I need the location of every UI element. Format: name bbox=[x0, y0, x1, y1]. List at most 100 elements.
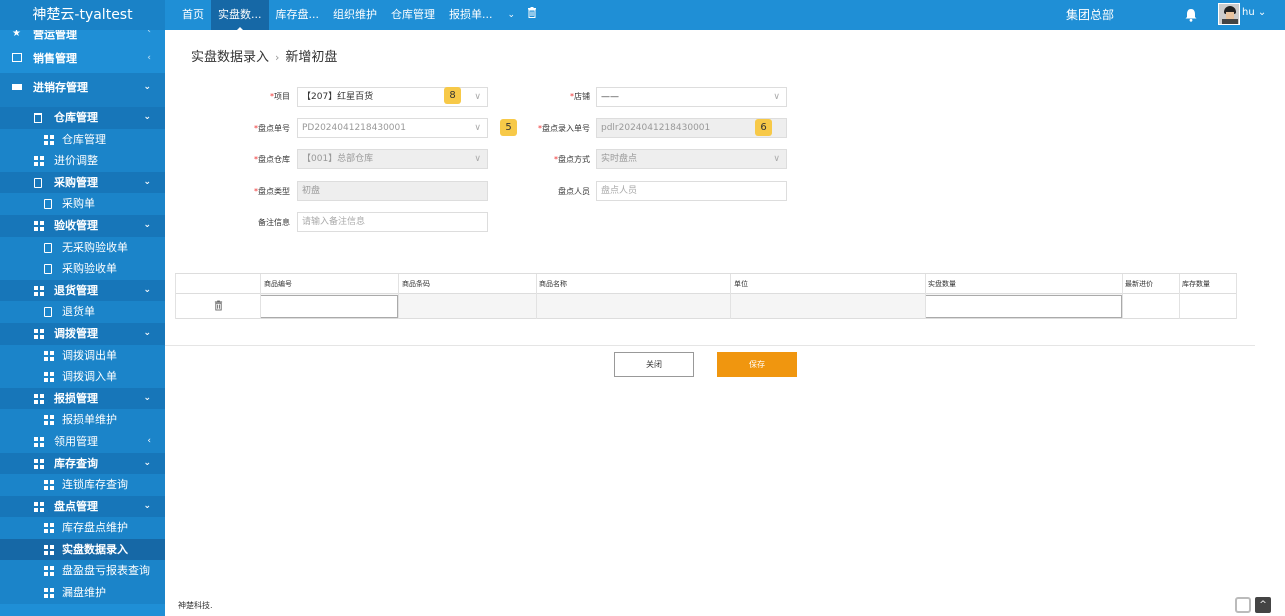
sidebar-item-inventory[interactable]: 进销存管理 ⌄ bbox=[0, 73, 165, 102]
breadcrumb-parent[interactable]: 实盘数据录入 bbox=[191, 50, 269, 65]
warehouse-select[interactable]: 【001】总部仓库 ∨ bbox=[297, 149, 488, 169]
grid-icon bbox=[44, 523, 54, 534]
sidebar: 营运管理 ★ ‹ 销售管理 ‹ 进销存管理 ⌄ 仓库管理 ⌄ 仓库管理 进价调整 … bbox=[0, 30, 165, 616]
col-unit: 单位 bbox=[734, 280, 748, 288]
document-icon bbox=[34, 177, 42, 188]
sidebar-item-transfer-mgmt[interactable]: 调拨管理 ⌄ bbox=[0, 322, 165, 345]
sidebar-item-warehouse[interactable]: 仓库管理 bbox=[0, 128, 165, 151]
chevron-down-icon: ⌄ bbox=[143, 176, 151, 187]
sidebar-item-loss-mgmt[interactable]: 报损管理 ⌄ bbox=[0, 387, 165, 410]
document-icon bbox=[44, 264, 52, 275]
sidebar-item-chain-stock[interactable]: 连锁库存查询 bbox=[0, 474, 165, 496]
sidebar-item-return-mgmt[interactable]: 退货管理 ⌄ bbox=[0, 279, 165, 302]
sidebar-item-price-adjust[interactable]: 进价调整 bbox=[0, 150, 165, 172]
entry-no-label: *盘点录入单号 bbox=[538, 124, 590, 133]
trash-icon bbox=[34, 113, 42, 123]
chart-icon bbox=[12, 53, 22, 62]
badge-6: 6 bbox=[755, 119, 772, 136]
truck-icon bbox=[12, 84, 22, 90]
save-button[interactable]: 保存 bbox=[717, 352, 797, 377]
sidebar-item-missed-count[interactable]: 漏盘维护 bbox=[0, 582, 165, 604]
top-tab-loss[interactable]: 报损单... bbox=[442, 0, 500, 30]
item-code-input[interactable] bbox=[260, 295, 398, 318]
chevron-down-icon: ⌄ bbox=[143, 82, 151, 92]
org-name[interactable]: 集团总部 bbox=[1066, 0, 1114, 30]
sidebar-item-actual-entry[interactable]: 实盘数据录入 bbox=[0, 538, 165, 561]
chevron-down-icon: ⌄ bbox=[143, 392, 151, 403]
col-actual-qty: 实盘数量 bbox=[928, 280, 956, 288]
close-button[interactable]: 关闭 bbox=[614, 352, 694, 377]
sidebar-item-operations[interactable]: 营运管理 ★ ‹ bbox=[0, 30, 165, 44]
store-label: *店铺 bbox=[570, 92, 590, 101]
col-latest-price: 最新进价 bbox=[1125, 280, 1153, 288]
sidebar-item-stock-query[interactable]: 库存查询 ⌄ bbox=[0, 452, 165, 475]
sidebar-item-transfer-in[interactable]: 调拨调入单 bbox=[0, 366, 165, 388]
grid-icon bbox=[34, 220, 44, 231]
sidebar-item-purchase-order[interactable]: 采购单 bbox=[0, 193, 165, 215]
sidebar-item-warehouse-mgmt[interactable]: 仓库管理 ⌄ bbox=[0, 107, 165, 129]
star-icon: ★ bbox=[12, 30, 21, 39]
grid-icon bbox=[44, 588, 54, 599]
top-tab-stocktake[interactable]: 库存盘... bbox=[269, 0, 327, 30]
sidebar-item-purchase-mgmt[interactable]: 采购管理 ⌄ bbox=[0, 171, 165, 194]
chevron-left-icon: ‹ bbox=[147, 53, 151, 63]
scroll-top-icon[interactable]: ^ bbox=[1255, 597, 1271, 613]
table-row bbox=[175, 294, 1237, 319]
remark-input[interactable]: 请输入备注信息 bbox=[297, 212, 488, 232]
sidebar-item-stocktake-mgmt[interactable]: 盘点管理 ⌄ bbox=[0, 495, 165, 518]
user-name[interactable]: hu ⌄ bbox=[1242, 0, 1266, 26]
warehouse-label: *盘点仓库 bbox=[254, 155, 290, 164]
project-label: *项目 bbox=[270, 92, 290, 101]
divider bbox=[165, 345, 1255, 346]
document-icon bbox=[44, 199, 52, 210]
top-tab-home[interactable]: 首页 bbox=[175, 0, 211, 30]
document-icon bbox=[44, 307, 52, 318]
staff-label: 盘点人员 bbox=[558, 187, 590, 196]
chevron-down-icon[interactable]: ⌄ bbox=[500, 0, 524, 30]
actual-qty-input[interactable] bbox=[925, 295, 1122, 318]
sidebar-item-po-acceptance[interactable]: 采购验收单 bbox=[0, 258, 165, 280]
fullscreen-icon[interactable] bbox=[1235, 597, 1251, 613]
grid-icon bbox=[44, 544, 54, 555]
sidebar-item-profit-loss-report[interactable]: 盘盈盘亏报表查询 bbox=[0, 560, 165, 583]
grid-icon bbox=[44, 566, 54, 577]
chevron-left-icon: ‹ bbox=[147, 435, 151, 446]
col-item-name: 商品名称 bbox=[539, 280, 567, 288]
staff-input[interactable]: 盘点人员 bbox=[596, 181, 787, 201]
method-select[interactable]: 实时盘点 ∨ bbox=[596, 149, 787, 169]
col-stock-qty: 库存数量 bbox=[1182, 280, 1210, 288]
grid-icon bbox=[34, 285, 44, 296]
sidebar-item-usage-mgmt[interactable]: 领用管理 ‹ bbox=[0, 430, 165, 453]
chevron-left-icon: ‹ bbox=[147, 30, 151, 36]
grid-icon bbox=[44, 415, 54, 426]
order-no-select[interactable]: PD2024041218430001 ∨ bbox=[297, 118, 488, 138]
store-select[interactable]: —— ∨ bbox=[596, 87, 787, 107]
top-tab-warehouse[interactable]: 仓库管理 bbox=[384, 0, 442, 30]
grid-icon bbox=[34, 328, 44, 339]
top-tab-org[interactable]: 组织维护 bbox=[326, 0, 384, 30]
chevron-down-icon: ⌄ bbox=[143, 457, 151, 468]
chevron-down-icon: ⌄ bbox=[143, 327, 151, 338]
app-title[interactable]: 神楚云-tyaltest bbox=[0, 0, 165, 30]
trash-icon[interactable] bbox=[214, 300, 223, 314]
breadcrumb: 实盘数据录入 › 新增初盘 bbox=[191, 46, 337, 65]
sidebar-item-sales[interactable]: 销售管理 ‹ bbox=[0, 44, 165, 73]
grid-icon bbox=[34, 393, 44, 404]
grid-icon bbox=[34, 501, 44, 512]
page-title: 新增初盘 bbox=[285, 50, 338, 65]
document-icon bbox=[44, 242, 52, 253]
type-label: *盘点类型 bbox=[254, 187, 290, 196]
sidebar-item-acceptance-mgmt[interactable]: 验收管理 ⌄ bbox=[0, 214, 165, 237]
trash-icon[interactable] bbox=[523, 0, 541, 30]
sidebar-item-return-order[interactable]: 退货单 bbox=[0, 301, 165, 323]
avatar[interactable] bbox=[1218, 3, 1240, 25]
bell-icon[interactable] bbox=[1185, 8, 1197, 22]
sidebar-item-no-po-acceptance[interactable]: 无采购验收单 bbox=[0, 236, 165, 259]
sidebar-item-transfer-out[interactable]: 调拨调出单 bbox=[0, 344, 165, 367]
sidebar-item-stocktake-maint[interactable]: 库存盘点维护 bbox=[0, 517, 165, 539]
top-tab-inventory-entry[interactable]: 实盘数... bbox=[211, 0, 269, 31]
sidebar-item-loss-order[interactable]: 报损单维护 bbox=[0, 409, 165, 431]
col-barcode: 商品条码 bbox=[402, 280, 430, 288]
breadcrumb-separator: › bbox=[275, 51, 280, 64]
type-input[interactable]: 初盘 bbox=[297, 181, 488, 201]
